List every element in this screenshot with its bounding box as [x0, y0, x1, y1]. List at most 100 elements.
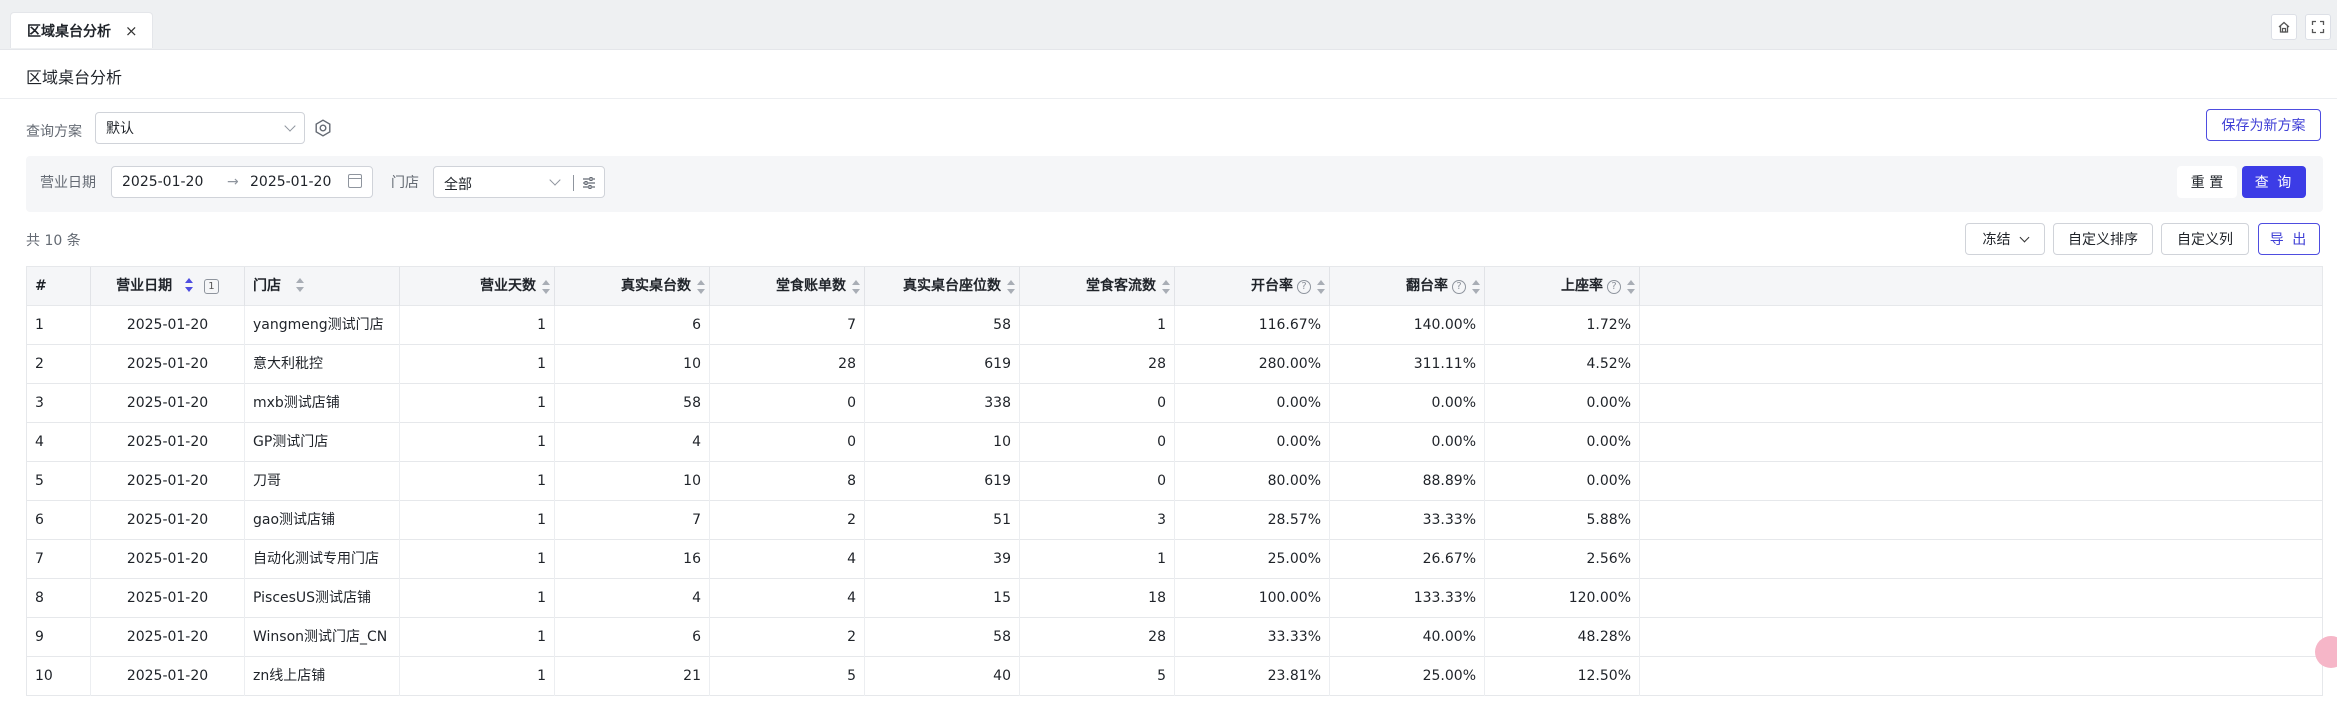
gear-icon[interactable] [313, 118, 333, 138]
cell-days: 1 [400, 540, 555, 579]
help-icon[interactable]: ? [1297, 280, 1311, 294]
data-table: # 营业日期 1 门店 营业天数 真实桌台数 堂食账单数 真实桌台座位数 堂食客… [26, 266, 2323, 696]
help-icon[interactable]: ? [1607, 280, 1621, 294]
table-row[interactable]: 9 2025-01-20 Winson测试门店_CN 1 6 2 58 28 33.33% 40.… [27, 618, 2322, 657]
header-guests[interactable]: 堂食客流数 [1020, 267, 1175, 306]
cell-seat-rate: 0.00% [1485, 423, 1640, 462]
sort-icon[interactable] [1627, 280, 1635, 294]
sort-icon[interactable] [697, 280, 705, 294]
header-seats[interactable]: 真实桌台座位数 [865, 267, 1020, 306]
header-tables[interactable]: 真实桌台数 [555, 267, 710, 306]
cell-guests: 28 [1020, 618, 1175, 657]
cell-tables: 58 [555, 384, 710, 423]
cell-store: 意大利秕控 [245, 345, 400, 384]
custom-columns-button[interactable]: 自定义列 [2161, 223, 2249, 255]
table-row[interactable]: 5 2025-01-20 刀哥 1 10 8 619 0 80.00% 88.89% 0.00% [27, 462, 2322, 501]
save-new-scheme-button[interactable]: 保存为新方案 [2206, 109, 2321, 141]
sort-icon[interactable] [1162, 280, 1170, 294]
cell-bills: 2 [710, 618, 865, 657]
table-row[interactable]: 2 2025-01-20 意大利秕控 1 10 28 619 28 280.00% 311.11%… [27, 345, 2322, 384]
scheme-select[interactable]: 默认 [95, 112, 305, 144]
cell-seats: 10 [865, 423, 1020, 462]
table-header-row: # 营业日期 1 门店 营业天数 真实桌台数 堂食账单数 真实桌台座位数 堂食客… [27, 267, 2322, 306]
row-index: 10 [27, 657, 91, 696]
record-count: 共 10 条 [26, 233, 81, 249]
sort-icon[interactable] [295, 278, 304, 292]
freeze-button[interactable]: 冻结 [1965, 223, 2045, 255]
store-select[interactable]: 全部 [433, 166, 605, 198]
cell-turn-rate: 0.00% [1330, 384, 1485, 423]
date-end[interactable]: 2025-01-20 [250, 174, 331, 190]
tab-label: 区域桌台分析 [27, 23, 111, 40]
cell-tables: 4 [555, 579, 710, 618]
header-seats-label: 真实桌台座位数 [903, 278, 1001, 294]
sort-icon[interactable] [852, 280, 860, 294]
sort-icon[interactable] [1317, 280, 1325, 294]
tab-region-table-analysis[interactable]: 区域桌台分析 × [10, 12, 153, 48]
table-row[interactable]: 4 2025-01-20 GP测试门店 1 4 0 10 0 0.00% 0.00% 0.00% [27, 423, 2322, 462]
custom-sort-button[interactable]: 自定义排序 [2053, 223, 2153, 255]
header-date[interactable]: 营业日期 1 [91, 267, 245, 306]
cell-turn-rate: 40.00% [1330, 618, 1485, 657]
table-row[interactable]: 6 2025-01-20 gao测试店铺 1 7 2 51 3 28.57% 33.33% 5.88… [27, 501, 2322, 540]
sliders-icon[interactable] [581, 175, 597, 191]
cell-seat-rate: 1.72% [1485, 306, 1640, 345]
sort-icon[interactable] [542, 280, 550, 294]
home-icon[interactable] [2271, 14, 2297, 40]
header-store[interactable]: 门店 [245, 267, 400, 306]
arrow-right-icon: → [227, 174, 239, 190]
cell-bills: 7 [710, 306, 865, 345]
cell-tables: 7 [555, 501, 710, 540]
reset-button[interactable]: 重 置 [2177, 166, 2237, 198]
cell-seat-rate: 2.56% [1485, 540, 1640, 579]
date-range-picker[interactable]: 2025-01-20 → 2025-01-20 [111, 166, 373, 198]
table-body: 1 2025-01-20 yangmeng测试门店 1 6 7 58 1 116.67% 140.… [27, 306, 2322, 696]
header-turn-rate-label: 翻台率 [1406, 278, 1448, 294]
cell-store: Winson测试门店_CN [245, 618, 400, 657]
cell-tables: 10 [555, 345, 710, 384]
header-turn-rate[interactable]: 翻台率? [1330, 267, 1485, 306]
table-row[interactable]: 10 2025-01-20 zn线上店铺 1 21 5 40 5 23.81% 25.00% 12.… [27, 657, 2322, 696]
table-row[interactable]: 3 2025-01-20 mxb测试店铺 1 58 0 338 0 0.00% 0.00% 0.00… [27, 384, 2322, 423]
fullscreen-icon[interactable] [2305, 14, 2331, 40]
table-row[interactable]: 7 2025-01-20 自动化测试专用门店 1 16 4 39 1 25.00% 26.67% 2… [27, 540, 2322, 579]
cell-seat-rate: 120.00% [1485, 579, 1640, 618]
sort-order-badge: 1 [203, 279, 219, 294]
cell-tables: 16 [555, 540, 710, 579]
scheme-label: 查询方案 [26, 124, 82, 140]
cell-days: 1 [400, 462, 555, 501]
cell-seat-rate: 0.00% [1485, 462, 1640, 501]
help-icon[interactable]: ? [1452, 280, 1466, 294]
date-start[interactable]: 2025-01-20 [122, 174, 203, 190]
cell-guests: 0 [1020, 423, 1175, 462]
cell-turn-rate: 311.11% [1330, 345, 1485, 384]
cell-turn-rate: 88.89% [1330, 462, 1485, 501]
cell-days: 1 [400, 501, 555, 540]
cell-seats: 39 [865, 540, 1020, 579]
export-button[interactable]: 导 出 [2258, 223, 2320, 255]
cell-open-rate: 33.33% [1175, 618, 1330, 657]
header-open-rate[interactable]: 开台率? [1175, 267, 1330, 306]
cell-open-rate: 0.00% [1175, 384, 1330, 423]
header-days[interactable]: 营业天数 [400, 267, 555, 306]
header-seat-rate-label: 上座率 [1561, 278, 1603, 294]
cell-bills: 2 [710, 501, 865, 540]
table-row[interactable]: 1 2025-01-20 yangmeng测试门店 1 6 7 58 1 116.67% 140.… [27, 306, 2322, 345]
cell-bills: 8 [710, 462, 865, 501]
sort-icon[interactable] [185, 278, 193, 292]
query-button[interactable]: 查 询 [2242, 166, 2306, 198]
cell-open-rate: 80.00% [1175, 462, 1330, 501]
page-title: 区域桌台分析 [26, 68, 123, 87]
cell-tables: 6 [555, 618, 710, 657]
cell-seats: 40 [865, 657, 1020, 696]
header-bills[interactable]: 堂食账单数 [710, 267, 865, 306]
scheme-value: 默认 [106, 121, 134, 137]
close-icon[interactable]: × [125, 22, 138, 40]
sort-icon[interactable] [1472, 280, 1480, 294]
cell-open-rate: 23.81% [1175, 657, 1330, 696]
table-row[interactable]: 8 2025-01-20 PiscesUS测试店铺 1 4 4 15 18 100.00% 133… [27, 579, 2322, 618]
sort-icon[interactable] [1007, 280, 1015, 294]
cell-open-rate: 280.00% [1175, 345, 1330, 384]
header-seat-rate[interactable]: 上座率? [1485, 267, 1640, 306]
cell-store: 自动化测试专用门店 [245, 540, 400, 579]
